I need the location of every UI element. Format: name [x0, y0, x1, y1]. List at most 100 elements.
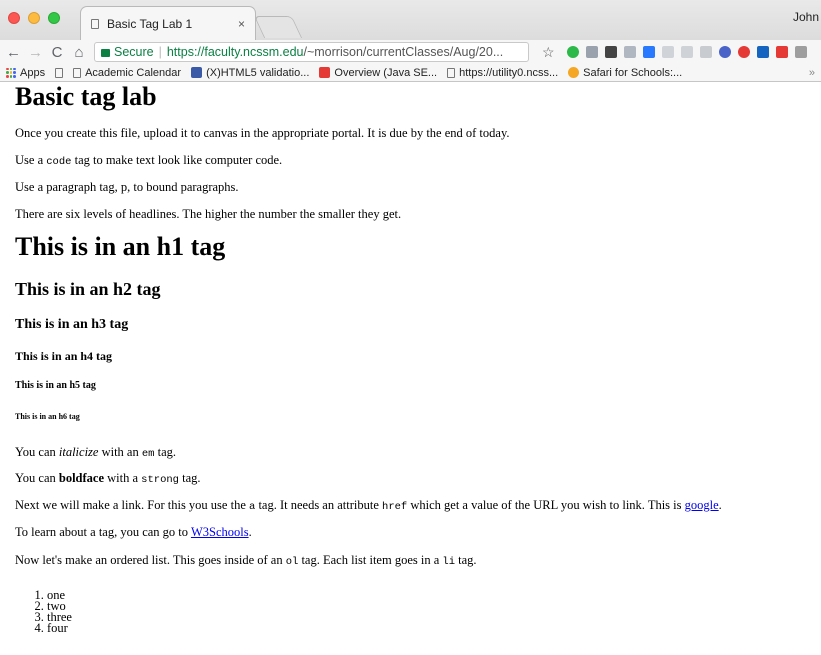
code-sample: em — [141, 448, 155, 460]
bookmark-star-icon[interactable]: ☆ — [542, 44, 555, 61]
extension-icon[interactable] — [661, 46, 674, 58]
headlines-paragraph: There are six levels of headlines. The h… — [15, 207, 402, 221]
google-link[interactable]: google — [685, 498, 719, 512]
bookmarks-bar: Apps Academic Calendar (X)HTML5 validati… — [0, 64, 821, 82]
home-icon[interactable]: ⌂ — [72, 45, 86, 60]
text: To learn about a tag, you can go to — [15, 525, 191, 539]
heading-h2: This is in an h2 tag — [15, 279, 161, 299]
code-sample: li — [442, 556, 455, 568]
w3schools-link[interactable]: W3Schools — [191, 525, 249, 539]
extension-icon[interactable] — [794, 46, 807, 58]
code-sample: ol — [285, 556, 299, 568]
w3schools-paragraph: To learn about a tag, you can go to W3Sc… — [15, 525, 252, 540]
minimize-window-button[interactable] — [28, 12, 40, 24]
code-sample: code — [46, 156, 72, 168]
text: tag. — [178, 471, 201, 485]
extension-icon[interactable] — [699, 46, 712, 58]
close-window-button[interactable] — [8, 12, 20, 24]
tab-page-icon — [91, 18, 99, 29]
bookmark-label: Safari for Schools:... — [583, 66, 683, 79]
text: with a — [104, 471, 142, 485]
maximize-window-button[interactable] — [48, 12, 60, 24]
text: You can — [15, 445, 59, 459]
extension-icon[interactable] — [642, 46, 655, 58]
bookmark-academic-calendar[interactable]: Academic Calendar — [73, 67, 181, 79]
ordered-list: one two three four — [15, 589, 72, 635]
browser-tab[interactable]: Basic Tag Lab 1 × — [80, 6, 256, 40]
extension-icon[interactable] — [756, 46, 769, 58]
page-icon — [55, 67, 64, 78]
text: You can — [15, 471, 59, 485]
text: Use a — [15, 153, 47, 167]
italic-paragraph: You can italicize with an em tag. — [15, 445, 176, 462]
bold-sample: boldface — [58, 471, 105, 485]
text: tag to make text look like computer code… — [71, 153, 283, 167]
extension-icon[interactable] — [680, 46, 693, 58]
bookmark-label: Overview (Java SE... — [334, 66, 438, 79]
extension-icon[interactable] — [604, 46, 617, 58]
text: Next we will make a link. For this you u… — [15, 498, 249, 512]
intro-paragraph: Once you create this file, upload it to … — [15, 126, 510, 140]
bookmark-safari-for-schools[interactable]: Safari for Schools:... — [568, 67, 682, 79]
extension-icon[interactable] — [623, 46, 636, 58]
title-bar: Basic Tag Lab 1 × John — [0, 0, 821, 40]
ordered-list-paragraph: Now let's make an ordered list. This goe… — [15, 553, 477, 570]
bookmark-utility0[interactable]: https://utility0.ncss... — [447, 67, 558, 79]
tab-title: Basic Tag Lab 1 — [107, 16, 193, 31]
tab-close-icon[interactable]: × — [238, 17, 245, 31]
extension-icon[interactable] — [737, 46, 750, 58]
text: . — [718, 498, 722, 512]
address-bar[interactable]: Secure | https://faculty.ncssm.edu /~mor… — [94, 42, 529, 62]
bookmark-java-overview[interactable]: Overview (Java SE... — [319, 67, 437, 79]
bookmark-blank-page[interactable] — [55, 67, 64, 78]
text: tag. — [154, 445, 176, 459]
page-title: Basic tag lab — [15, 82, 157, 111]
window-controls — [8, 12, 60, 24]
bookmarks-overflow-icon[interactable]: » — [809, 67, 815, 79]
bookmark-label: (X)HTML5 validatio... — [206, 66, 310, 79]
lock-icon — [101, 49, 110, 57]
text: with an — [98, 445, 142, 459]
secure-label: Secure — [114, 45, 154, 59]
code-sample: href — [382, 501, 408, 513]
bold-paragraph: You can boldface with a strong tag. — [15, 471, 201, 488]
bookmark-label: Apps — [20, 66, 46, 79]
extension-icon[interactable] — [718, 46, 731, 58]
extension-icons — [566, 46, 807, 58]
link-paragraph: Next we will make a link. For this you u… — [15, 498, 722, 515]
extension-icon[interactable] — [775, 46, 788, 58]
italic-sample: italicize — [58, 445, 99, 459]
forward-arrow-icon[interactable]: → — [28, 45, 43, 60]
url-host: https://faculty.ncssm.edu — [166, 45, 304, 59]
bookmark-html5-validator[interactable]: (X)HTML5 validatio... — [191, 67, 309, 79]
bookmark-label: https://utility0.ncss... — [459, 66, 559, 79]
bookmark-apps[interactable]: Apps — [6, 67, 45, 79]
safari-icon — [568, 67, 580, 78]
text: Now let's make an ordered list. This goe… — [15, 553, 286, 567]
address-separator: | — [158, 45, 162, 59]
heading-h6: This is in an h6 tag — [15, 412, 80, 421]
extension-icon[interactable] — [585, 46, 598, 58]
heading-h3: This is in an h3 tag — [15, 317, 129, 332]
list-item: four — [47, 622, 72, 635]
extension-icon[interactable] — [566, 46, 579, 58]
navigation-toolbar: ← → C ⌂ Secure | https://faculty.ncssm.e… — [0, 40, 821, 64]
text: tag. It needs an attribute — [255, 498, 383, 512]
new-tab-button[interactable] — [253, 16, 303, 38]
page-icon — [447, 67, 456, 78]
text: tag. Each list item goes in a — [298, 553, 443, 567]
profile-name[interactable]: John — [793, 10, 819, 24]
page-icon — [73, 67, 82, 78]
heading-h4: This is in an h4 tag — [15, 349, 113, 363]
code-paragraph: Use a code tag to make text look like co… — [15, 153, 282, 170]
bookmark-label: Academic Calendar — [85, 66, 182, 79]
code-sample: strong — [141, 474, 179, 486]
back-arrow-icon[interactable]: ← — [6, 45, 21, 60]
oracle-icon — [319, 67, 331, 78]
apps-grid-icon — [6, 67, 16, 78]
heading-h1: This is in an h1 tag — [15, 232, 226, 261]
text: which get a value of the URL you wish to… — [407, 498, 685, 512]
validator-icon — [191, 67, 203, 78]
url-path: /~morrison/currentClasses/Aug/20... — [303, 45, 504, 59]
reload-icon[interactable]: C — [50, 45, 64, 60]
